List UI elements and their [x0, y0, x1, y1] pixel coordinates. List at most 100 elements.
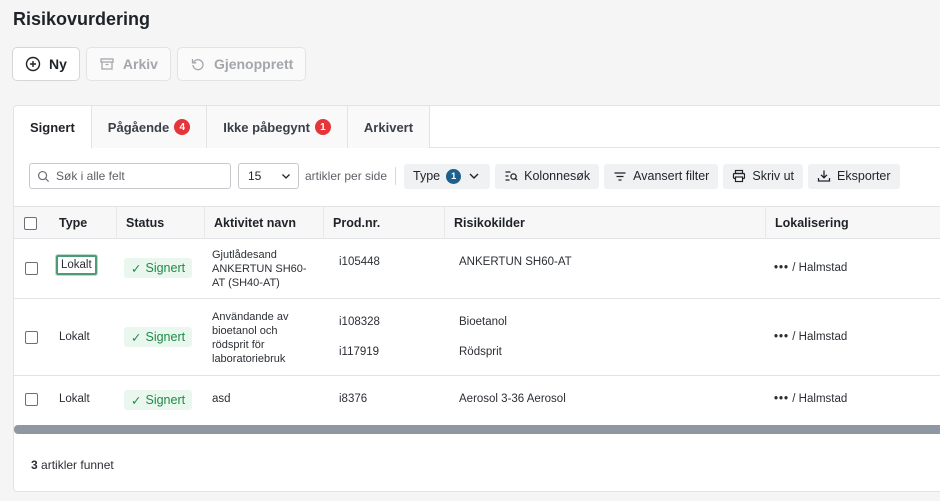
location-label: / Halmstad: [792, 262, 848, 274]
status-cell: ✓ Signert: [124, 258, 193, 278]
prod-cell: i117919: [339, 346, 380, 358]
search-icon: [37, 170, 50, 182]
tab-ikke-pabegynt[interactable]: Ikke påbegynt 1: [207, 106, 348, 148]
tab-label: Ikke påbegynt: [223, 119, 310, 135]
column-header-location[interactable]: Lokalisering: [765, 207, 940, 239]
header-label: Status: [126, 216, 165, 230]
location-cell: ••• / Halmstad: [774, 331, 847, 343]
type-filter-label: Type: [413, 169, 441, 183]
type-value: Lokalt: [56, 255, 97, 275]
search-input[interactable]: Søk i alle felt: [29, 163, 231, 189]
download-icon: [817, 170, 831, 182]
prod-cell: i105448: [339, 256, 380, 268]
tab-signert[interactable]: Signert: [14, 106, 92, 149]
status-cell: ✓ Signert: [124, 390, 193, 410]
advanced-filter-button[interactable]: Avansert filter: [604, 163, 719, 189]
per-page-select[interactable]: 15: [238, 163, 299, 189]
table-header: Type Status Aktivitet navn Prod.nr. Risi…: [14, 206, 940, 239]
print-button[interactable]: Skriv ut: [723, 163, 804, 189]
activity-line: Användande av: [212, 311, 289, 323]
header-label: Lokalisering: [775, 216, 849, 230]
table-row[interactable]: Lokalt ✓ Signert Användande av bioetanol …: [14, 299, 940, 376]
activity-cell: Användande av bioetanol och rödsprit för…: [212, 310, 288, 366]
page-title: Risikovurdering: [13, 9, 151, 29]
column-header-risk[interactable]: Risikokilder: [444, 207, 765, 239]
location-label: / Halmstad: [792, 331, 848, 343]
undo-arrow-icon: [191, 59, 204, 71]
printer-icon: [733, 169, 746, 183]
column-search-button[interactable]: Kolonnesøk: [495, 163, 600, 189]
more-dots-icon[interactable]: •••: [774, 393, 789, 405]
content-panel: Signert Pågående 4 Ikke påbegynt 1 Arkiver…: [13, 105, 940, 492]
tab-label: Pågående: [107, 119, 170, 135]
horizontal-scrollbar[interactable]: [14, 425, 940, 434]
row-checkbox[interactable]: [25, 331, 38, 344]
new-button[interactable]: Ny: [12, 47, 80, 81]
tab-arkivert[interactable]: Arkivert: [347, 106, 431, 148]
column-search-label: Kolonnesøk: [524, 169, 591, 183]
status-badge: ✓ Signert: [124, 327, 193, 347]
table-row[interactable]: Lokalt ✓ Signert asd i8376 Aerosol 3-36 A…: [14, 376, 940, 424]
activity-line: laboratoriebruk: [212, 353, 286, 365]
tab-pagaende[interactable]: Pågående 4: [91, 106, 208, 148]
prod-cell: i8376: [339, 393, 368, 405]
activity-line: ANKERTUN SH60-: [212, 263, 307, 275]
select-all-checkbox[interactable]: [24, 216, 37, 230]
header-label: Type: [59, 216, 88, 230]
tab-label: Signert: [30, 119, 75, 135]
column-search-icon: [505, 171, 518, 181]
activity-line: Gjutlådesand: [212, 249, 277, 261]
restore-button-label: Gjenopprett: [213, 56, 294, 72]
risk-cell: Rödsprit: [459, 346, 502, 358]
column-header-prod[interactable]: Prod.nr.: [323, 207, 444, 239]
check-icon: ✓: [131, 261, 142, 276]
location-label: / Halmstad: [792, 393, 848, 405]
status-label: Signert: [145, 393, 186, 407]
type-value: Lokalt: [59, 393, 90, 405]
more-dots-icon[interactable]: •••: [774, 262, 789, 274]
tab-filler: [430, 106, 940, 147]
activity-cell: Gjutlådesand ANKERTUN SH60- AT (SH40-AT): [212, 248, 307, 290]
archive-box-icon: [100, 58, 114, 70]
column-header-status[interactable]: Status: [116, 207, 204, 239]
status-label: Signert: [145, 261, 186, 275]
print-label: Skriv ut: [752, 169, 795, 183]
header-label: Risikokilder: [454, 216, 525, 230]
action-bar: Ny Arkiv Gjenopprett: [12, 47, 307, 81]
plus-circle-icon: [25, 56, 41, 72]
row-checkbox[interactable]: [25, 393, 38, 406]
toolbar-divider: [395, 167, 397, 185]
activity-cell: asd: [212, 393, 231, 405]
type-filter-button[interactable]: Type 1: [404, 163, 491, 189]
restore-button[interactable]: Gjenopprett: [176, 47, 307, 81]
column-header-type[interactable]: Type: [50, 207, 116, 239]
location-cell: ••• / Halmstad: [774, 262, 847, 274]
status-label: Signert: [145, 330, 186, 344]
search-placeholder: Søk i alle felt: [56, 169, 125, 183]
risk-cell: ANKERTUN SH60-AT: [459, 256, 572, 268]
new-button-label: Ny: [49, 56, 67, 72]
table-row[interactable]: Lokalt ✓ Signert Gjutlådesand ANKERTUN SH…: [14, 239, 940, 299]
type-value: Lokalt: [59, 331, 90, 343]
row-checkbox[interactable]: [25, 262, 38, 275]
export-button[interactable]: Eksporter: [808, 163, 900, 189]
column-header-activity[interactable]: Aktivitet navn: [204, 207, 323, 239]
risk-table: Type Status Aktivitet navn Prod.nr. Risi…: [14, 206, 940, 424]
risk-cell: Aerosol 3-36 Aerosol: [459, 393, 566, 405]
activity-line: bioetanol och: [212, 325, 278, 337]
prod-cell: i108328: [339, 316, 380, 328]
per-page-label: artikler per side: [305, 169, 388, 183]
tab-label: Arkivert: [363, 119, 414, 135]
risk-cell: Bioetanol: [459, 316, 507, 328]
activity-line: rödsprit för: [212, 339, 265, 351]
more-dots-icon[interactable]: •••: [774, 331, 789, 343]
activity-line: AT (SH40-AT): [212, 277, 280, 289]
check-icon: ✓: [131, 330, 142, 345]
archive-button[interactable]: Arkiv: [85, 47, 171, 81]
per-page-value: 15: [248, 169, 262, 183]
select-all-cell: [14, 207, 50, 239]
header-label: Prod.nr.: [333, 216, 381, 230]
archive-button-label: Arkiv: [122, 56, 158, 72]
count-badge: 4: [174, 119, 191, 135]
chevron-down-icon: [282, 174, 290, 179]
